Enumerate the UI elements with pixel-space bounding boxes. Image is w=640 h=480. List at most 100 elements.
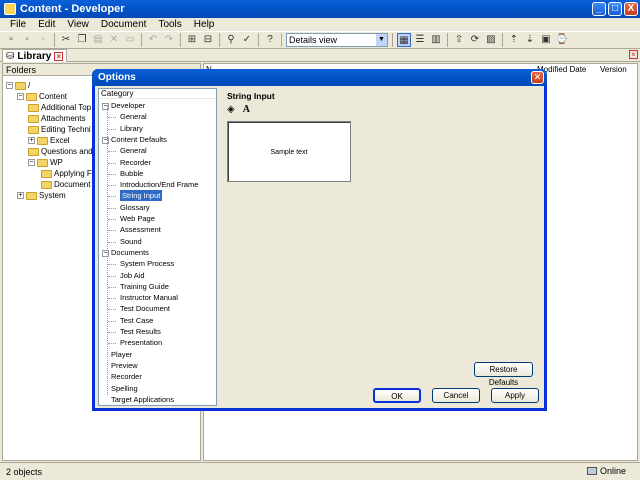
category-item[interactable]: − Developer	[102, 100, 145, 111]
category-item[interactable]: Job Aid	[120, 270, 145, 281]
category-item[interactable]: Recorder	[111, 371, 142, 382]
fill-color-icon[interactable]: ◈	[227, 104, 235, 115]
category-item[interactable]: General	[120, 145, 147, 156]
menu-tools[interactable]: Tools	[158, 19, 181, 30]
folder-item[interactable]: Document	[41, 179, 90, 190]
category-item[interactable]: Assessment	[120, 224, 161, 235]
expand-icon[interactable]: +	[17, 192, 24, 199]
dialog-close-icon[interactable]: ✕	[531, 71, 544, 84]
category-item[interactable]: Presentation	[120, 337, 162, 348]
check-in-icon[interactable]: ⇡	[507, 33, 521, 47]
category-item[interactable]: Introduction/End Frame	[120, 179, 198, 190]
category-item[interactable]: Glossary	[120, 202, 150, 213]
tree-connector	[108, 117, 116, 119]
column-version[interactable]: Version	[600, 64, 636, 76]
properties-icon[interactable]: ▭	[123, 33, 137, 47]
chevron-down-icon[interactable]: ▼	[376, 34, 387, 46]
lock-icon[interactable]: ▣	[539, 33, 553, 47]
menu-file[interactable]: File	[10, 19, 26, 30]
menu-view[interactable]: View	[67, 19, 89, 30]
toolbar-separator	[141, 33, 142, 47]
tab-library[interactable]: ⛁ Library ×	[2, 49, 68, 62]
folder-item[interactable]: Applying F	[41, 168, 92, 179]
category-item[interactable]: − Content Defaults	[102, 134, 167, 145]
category-item[interactable]: Bubble	[120, 168, 143, 179]
details-view-icon[interactable]: ▦	[397, 33, 411, 47]
view-select[interactable]: Details view ▼	[286, 33, 388, 47]
close-tab-icon[interactable]: ×	[54, 51, 64, 61]
publish-icon[interactable]: ▫	[36, 33, 50, 47]
close-pane-icon[interactable]: ×	[629, 50, 638, 59]
folder-item-label: Applying F	[54, 169, 92, 178]
category-item[interactable]: − Documents	[102, 247, 149, 258]
menu-document[interactable]: Document	[101, 19, 147, 30]
menu-edit[interactable]: Edit	[38, 19, 55, 30]
category-item[interactable]: Spelling	[111, 383, 138, 394]
check-out-icon[interactable]: ⇣	[523, 33, 537, 47]
restore-defaults-button[interactable]: Restore Defaults	[474, 362, 533, 387]
category-item[interactable]: Test Results	[120, 326, 161, 337]
category-item[interactable]: Test Document	[120, 303, 170, 314]
category-item[interactable]: Target Applications	[111, 394, 174, 405]
category-item[interactable]: General	[120, 111, 147, 122]
delete-icon[interactable]: ✕	[107, 33, 121, 47]
undo-icon[interactable]: ↶	[146, 33, 160, 47]
history-icon[interactable]: ⌚	[555, 33, 569, 47]
redo-icon[interactable]: ↷	[162, 33, 176, 47]
category-item[interactable]: Player	[111, 349, 132, 360]
apply-button[interactable]: Apply	[491, 388, 539, 403]
split-view-icon[interactable]: ▥	[429, 33, 443, 47]
category-item[interactable]: Test Case	[120, 315, 153, 326]
folder-item[interactable]: Questions and	[28, 146, 93, 157]
toolbar-separator	[219, 33, 220, 47]
help-icon[interactable]: ?	[263, 33, 277, 47]
paste-icon[interactable]: ▤	[91, 33, 105, 47]
category-item[interactable]: Instructor Manual	[120, 292, 178, 303]
save-icon[interactable]: ▪	[20, 33, 34, 47]
list-view-icon[interactable]: ☰	[413, 33, 427, 47]
folder-item[interactable]: Additional Top	[28, 102, 91, 113]
cancel-button[interactable]: Cancel	[432, 388, 480, 403]
ok-button[interactable]: OK	[373, 388, 421, 403]
folder-item[interactable]: Attachments	[28, 113, 85, 124]
toolbar-separator	[502, 33, 503, 47]
font-icon[interactable]: A	[243, 104, 250, 115]
collapse-icon[interactable]: −	[17, 93, 24, 100]
folder-item[interactable]: Editing Techni	[28, 124, 91, 135]
category-item-label: Recorder	[120, 157, 151, 167]
category-item[interactable]: Library	[120, 123, 143, 134]
cut-icon[interactable]: ✂	[59, 33, 73, 47]
toolbar-separator	[258, 33, 259, 47]
folder-item[interactable]: − /	[6, 80, 30, 91]
category-item[interactable]: System Process	[120, 258, 174, 269]
category-item[interactable]: Preview	[111, 360, 138, 371]
category-item[interactable]: Training Guide	[120, 281, 169, 292]
new-icon[interactable]: ▫	[4, 33, 18, 47]
copy-icon[interactable]: ❐	[75, 33, 89, 47]
find-icon[interactable]: ⚲	[224, 33, 238, 47]
category-item[interactable]: Web Page	[120, 213, 155, 224]
toolbar-separator	[281, 33, 282, 47]
maximize-button[interactable]: □	[608, 2, 622, 16]
collapse-icon[interactable]: ⊟	[201, 33, 215, 47]
app-title-bar: Content - Developer _ □ X	[0, 0, 640, 18]
folder-item[interactable]: + System	[17, 190, 66, 201]
menu-help[interactable]: Help	[194, 19, 215, 30]
folder-item[interactable]: − Content	[17, 91, 67, 102]
folder-up-icon[interactable]: ⇧	[452, 33, 466, 47]
folder-item[interactable]: + Excel	[28, 135, 70, 146]
minimize-button[interactable]: _	[592, 2, 606, 16]
category-item[interactable]: Recorder	[120, 157, 151, 168]
expand-icon[interactable]: ⊞	[185, 33, 199, 47]
category-item[interactable]: Sound	[120, 236, 142, 247]
folder-icon	[26, 92, 37, 101]
folder-item[interactable]: − WP	[28, 157, 63, 168]
collapse-icon[interactable]: −	[6, 82, 13, 89]
collapse-icon[interactable]: −	[28, 159, 35, 166]
category-item[interactable]: String Input	[120, 190, 163, 202]
close-button[interactable]: X	[624, 2, 638, 16]
expand-icon[interactable]: +	[28, 137, 35, 144]
spelling-icon[interactable]: ✓	[240, 33, 254, 47]
filter-icon[interactable]: ▨	[484, 33, 498, 47]
refresh-icon[interactable]: ⟳	[468, 33, 482, 47]
